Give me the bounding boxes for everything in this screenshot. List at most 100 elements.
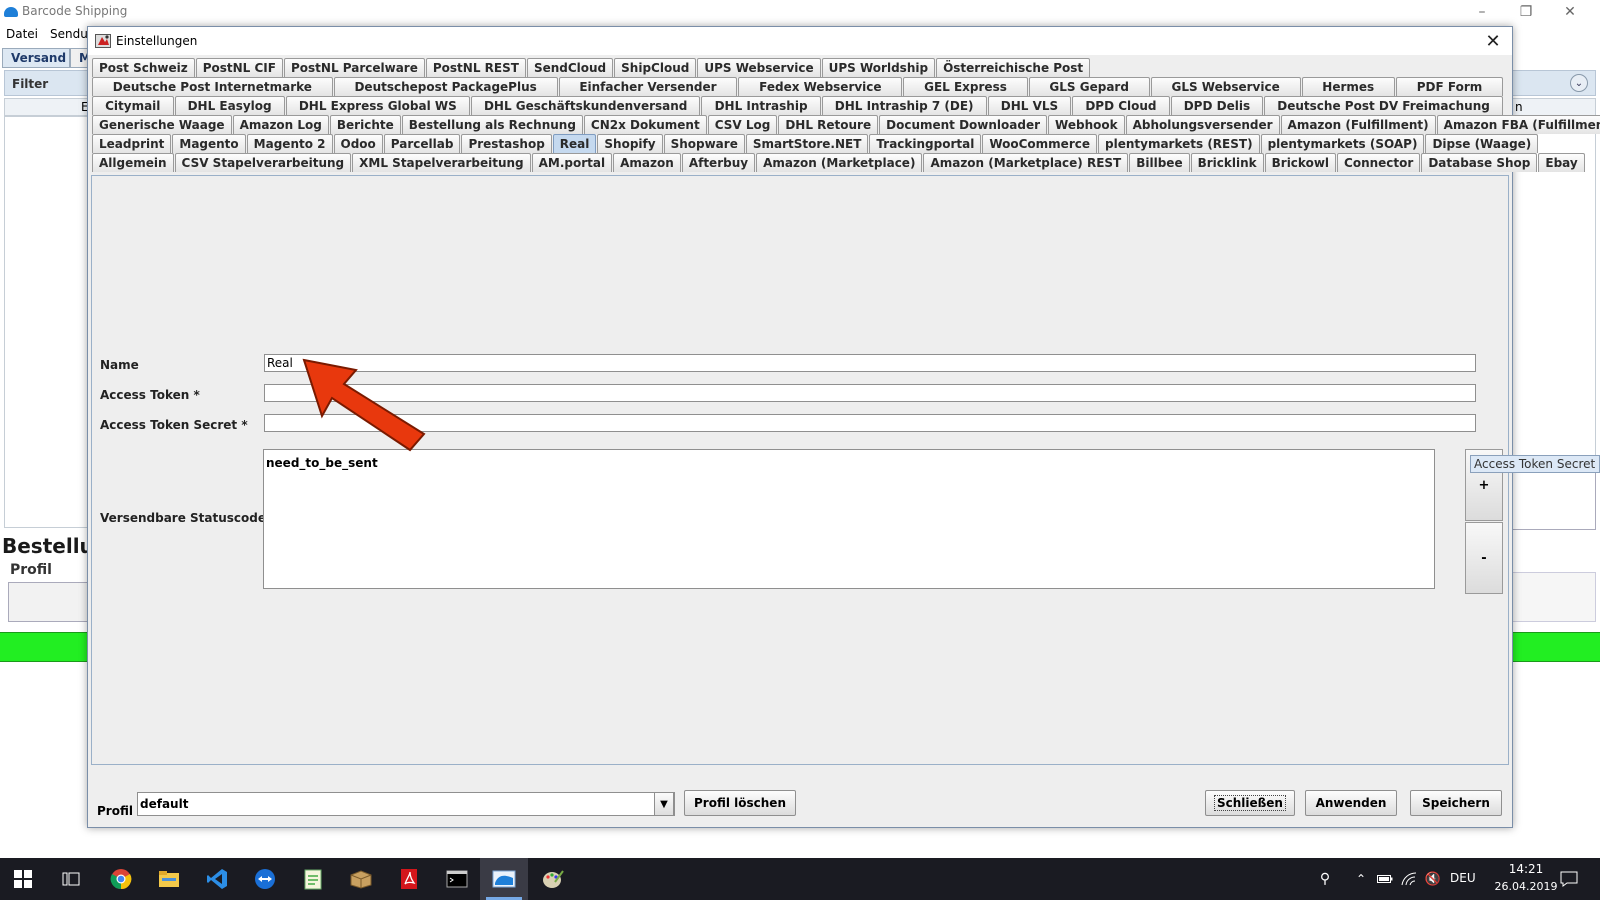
tab-afterbuy[interactable]: Afterbuy — [681, 153, 756, 172]
tab-real[interactable]: Real — [552, 134, 597, 153]
tab-einfacher-versender[interactable]: Einfacher Versender — [558, 77, 738, 96]
tab-plentymarkets-rest[interactable]: plentymarkets (REST) — [1098, 134, 1260, 153]
filter-label[interactable]: Filter — [12, 77, 48, 91]
people-icon[interactable]: ⚲ — [1312, 866, 1338, 892]
tab-pdf-form[interactable]: PDF Form — [1395, 77, 1504, 96]
tab-bestellung-als-rechnung[interactable]: Bestellung als Rechnung — [401, 115, 583, 134]
tab-xml-stapelverarbeitung[interactable]: XML Stapelverarbeitung — [352, 153, 531, 172]
acrobat-icon[interactable] — [396, 866, 422, 892]
tab-amazon-marketplace[interactable]: Amazon (Marketplace) — [756, 153, 923, 172]
tab-allgemein[interactable]: Allgemein — [92, 153, 174, 172]
tab-plentymarkets-soap[interactable]: plentymarkets (SOAP) — [1260, 134, 1425, 153]
package-icon[interactable] — [348, 866, 374, 892]
profile-select[interactable]: default — [137, 792, 675, 816]
tab-dhl-retoure[interactable]: DHL Retoure — [778, 115, 879, 134]
tab-shipcloud[interactable]: ShipCloud — [614, 58, 697, 77]
tab-dhl-express-global-ws[interactable]: DHL Express Global WS — [285, 96, 470, 115]
chrome-icon[interactable] — [108, 866, 134, 892]
tab-dhl-geschäftskundenversand[interactable]: DHL Geschäftskundenversand — [470, 96, 701, 115]
tab-postnl-cif[interactable]: PostNL CIF — [195, 58, 283, 77]
tab-ups-worldship[interactable]: UPS Worldship — [821, 58, 936, 77]
teamviewer-icon[interactable] — [252, 866, 278, 892]
tab-citymail[interactable]: Citymail — [92, 96, 174, 115]
chevron-down-icon[interactable]: ▼ — [654, 792, 674, 816]
tab-versand[interactable]: Versand — [2, 48, 70, 68]
clock-date[interactable]: 26.04.2019 — [1486, 880, 1566, 893]
tab-shopify[interactable]: Shopify — [597, 134, 663, 153]
tab-hermes[interactable]: Hermes — [1301, 77, 1395, 96]
task-view-icon[interactable] — [58, 866, 84, 892]
minimize-icon[interactable]: – — [1460, 0, 1504, 24]
vscode-icon[interactable] — [204, 866, 230, 892]
restore-icon[interactable]: ❐ — [1504, 0, 1548, 24]
wifi-icon[interactable] — [1396, 866, 1422, 892]
paint-icon[interactable] — [540, 866, 566, 892]
close-icon[interactable]: ✕ — [1548, 0, 1592, 24]
menu-datei[interactable]: Datei — [6, 27, 38, 41]
status-codes-list[interactable]: need_to_be_sent — [263, 449, 1435, 589]
tab-woocommerce[interactable]: WooCommerce — [982, 134, 1097, 153]
tab-dhl-vls[interactable]: DHL VLS — [987, 96, 1072, 115]
tab-ebay[interactable]: Ebay — [1538, 153, 1585, 172]
tab-odoo[interactable]: Odoo — [333, 134, 383, 153]
tab-österreichische-post[interactable]: Österreichische Post — [936, 58, 1091, 77]
tab-gls-webservice[interactable]: GLS Webservice — [1150, 77, 1301, 96]
notepad-icon[interactable] — [300, 866, 326, 892]
chevron-up-icon[interactable]: ⌃ — [1348, 866, 1374, 892]
tab-parcellab[interactable]: Parcellab — [383, 134, 461, 153]
tab-magento[interactable]: Magento — [172, 134, 246, 153]
tab-postnl-rest[interactable]: PostNL REST — [425, 58, 526, 77]
tab-gls-gepard[interactable]: GLS Gepard — [1028, 77, 1150, 96]
access-token-input[interactable] — [264, 384, 1476, 402]
tab-generische-waage[interactable]: Generische Waage — [92, 115, 232, 134]
tab-dhl-easylog[interactable]: DHL Easylog — [174, 96, 285, 115]
name-input[interactable]: Real — [264, 354, 1476, 372]
tab-prestashop[interactable]: Prestashop — [461, 134, 552, 153]
tab-berichte[interactable]: Berichte — [329, 115, 401, 134]
tab-abholungsversender[interactable]: Abholungsversender — [1125, 115, 1280, 134]
apply-button[interactable]: Anwenden — [1305, 790, 1397, 816]
battery-icon[interactable] — [1372, 866, 1398, 892]
tab-smartstore-net[interactable]: SmartStore.NET — [745, 134, 869, 153]
tab-fedex-webservice[interactable]: Fedex Webservice — [738, 77, 903, 96]
profile-box[interactable] — [8, 582, 92, 622]
tab-amazon[interactable]: Amazon — [613, 153, 681, 172]
tab-deutsche-post-dv-freimachung[interactable]: Deutsche Post DV Freimachung — [1264, 96, 1503, 115]
tab-shopware[interactable]: Shopware — [663, 134, 745, 153]
tab-amazon-log[interactable]: Amazon Log — [232, 115, 329, 134]
tab-deutschepost-packageplus[interactable]: Deutschepost PackagePlus — [333, 77, 558, 96]
tab-dpd-delis[interactable]: DPD Delis — [1170, 96, 1264, 115]
tab-deutsche-post-internetmarke[interactable]: Deutsche Post Internetmarke — [92, 77, 333, 96]
close-icon[interactable]: ✕ — [1480, 29, 1506, 53]
terminal-icon[interactable] — [444, 866, 470, 892]
tab-connector[interactable]: Connector — [1337, 153, 1421, 172]
tab-cn2x-dokument[interactable]: CN2x Dokument — [583, 115, 707, 134]
tab-leadprint[interactable]: Leadprint — [92, 134, 172, 153]
windows-start-icon[interactable] — [10, 866, 36, 892]
tab-sendcloud[interactable]: SendCloud — [526, 58, 614, 77]
tab-am-portal[interactable]: AM.portal — [531, 153, 613, 172]
access-token-secret-input[interactable] — [264, 414, 1476, 432]
file-explorer-icon[interactable] — [156, 866, 182, 892]
volume-muted-icon[interactable]: 🔇 — [1420, 866, 1446, 892]
tab-csv-log[interactable]: CSV Log — [707, 115, 778, 134]
tab-brickowl[interactable]: Brickowl — [1264, 153, 1337, 172]
tab-dpd-cloud[interactable]: DPD Cloud — [1072, 96, 1170, 115]
notification-icon[interactable] — [1556, 866, 1582, 892]
tab-dhl-intraship[interactable]: DHL Intraship — [701, 96, 821, 115]
tab-webhook[interactable]: Webhook — [1048, 115, 1125, 134]
tab-bricklink[interactable]: Bricklink — [1190, 153, 1264, 172]
input-language[interactable]: DEU — [1450, 871, 1476, 885]
tab-billbee[interactable]: Billbee — [1129, 153, 1190, 172]
chevron-down-icon[interactable]: ⌄ — [1570, 74, 1588, 92]
tab-document-downloader[interactable]: Document Downloader — [879, 115, 1048, 134]
tab-ups-webservice[interactable]: UPS Webservice — [697, 58, 821, 77]
tab-amazon-fba-fulfillment[interactable]: Amazon FBA (Fulfillment) — [1436, 115, 1600, 134]
tab-dipse-waage[interactable]: Dipse (Waage) — [1425, 134, 1539, 153]
menu-sendung[interactable]: Sendu — [50, 27, 88, 41]
tab-amazon-marketplace-rest[interactable]: Amazon (Marketplace) REST — [923, 153, 1129, 172]
tab-trackingportal[interactable]: Trackingportal — [869, 134, 982, 153]
tab-post-schweiz[interactable]: Post Schweiz — [92, 58, 195, 77]
tab-amazon-fulfillment[interactable]: Amazon (Fulfillment) — [1280, 115, 1436, 134]
tab-csv-stapelverarbeitung[interactable]: CSV Stapelverarbeitung — [174, 153, 352, 172]
